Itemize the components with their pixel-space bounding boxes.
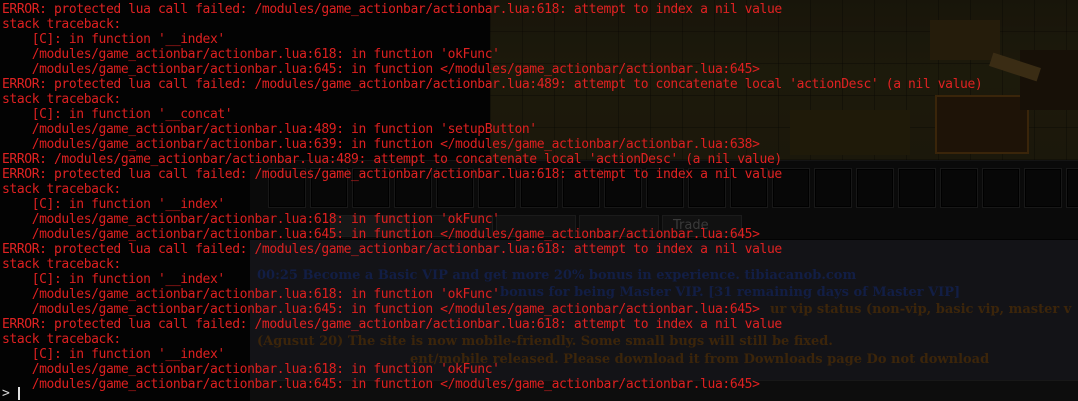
traceback-line: [C]: in function '__index': [2, 272, 226, 287]
traceback-line: stack traceback:: [2, 182, 121, 197]
traceback-line: /modules/game_actionbar/actionbar.lua:48…: [2, 122, 537, 137]
traceback-line: stack traceback:: [2, 257, 121, 272]
text-cursor: [17, 387, 20, 400]
traceback-line: [C]: in function '__concat': [2, 107, 233, 122]
error-line: ERROR: protected lua call failed: /modul…: [2, 77, 983, 92]
traceback-line: [C]: in function '__index': [2, 197, 226, 212]
traceback-line: /modules/game_actionbar/actionbar.lua:61…: [2, 212, 500, 227]
traceback-line: /modules/game_actionbar/actionbar.lua:64…: [2, 302, 760, 317]
traceback-line: [C]: in function '__index': [2, 347, 226, 362]
prompt-symbol: >: [2, 386, 10, 401]
traceback-line: /modules/game_actionbar/actionbar.lua:61…: [2, 362, 500, 377]
error-line: ERROR: /modules/game_actionbar/actionbar…: [2, 152, 782, 167]
error-line: ERROR: protected lua call failed: /modul…: [2, 2, 782, 17]
error-line: ERROR: protected lua call failed: /modul…: [2, 167, 782, 182]
terminal-prompt[interactable]: >: [2, 387, 20, 401]
traceback-line: [C]: in function '__index': [2, 32, 226, 47]
traceback-line: stack traceback:: [2, 92, 121, 107]
traceback-line: /modules/game_actionbar/actionbar.lua:61…: [2, 47, 500, 62]
traceback-line: /modules/game_actionbar/actionbar.lua:61…: [2, 287, 500, 302]
traceback-line: /modules/game_actionbar/actionbar.lua:64…: [2, 62, 760, 77]
error-line: ERROR: protected lua call failed: /modul…: [2, 242, 782, 257]
traceback-line: stack traceback:: [2, 332, 121, 347]
traceback-line: /modules/game_actionbar/actionbar.lua:63…: [2, 137, 760, 152]
traceback-line: stack traceback:: [2, 17, 121, 32]
error-line: ERROR: protected lua call failed: /modul…: [2, 317, 782, 332]
traceback-line: /modules/game_actionbar/actionbar.lua:64…: [2, 377, 760, 392]
terminal-output: ERROR: protected lua call failed: /modul…: [2, 2, 983, 392]
traceback-line: /modules/game_actionbar/actionbar.lua:64…: [2, 227, 760, 242]
terminal-window[interactable]: ERROR: protected lua call failed: /modul…: [0, 0, 1078, 401]
